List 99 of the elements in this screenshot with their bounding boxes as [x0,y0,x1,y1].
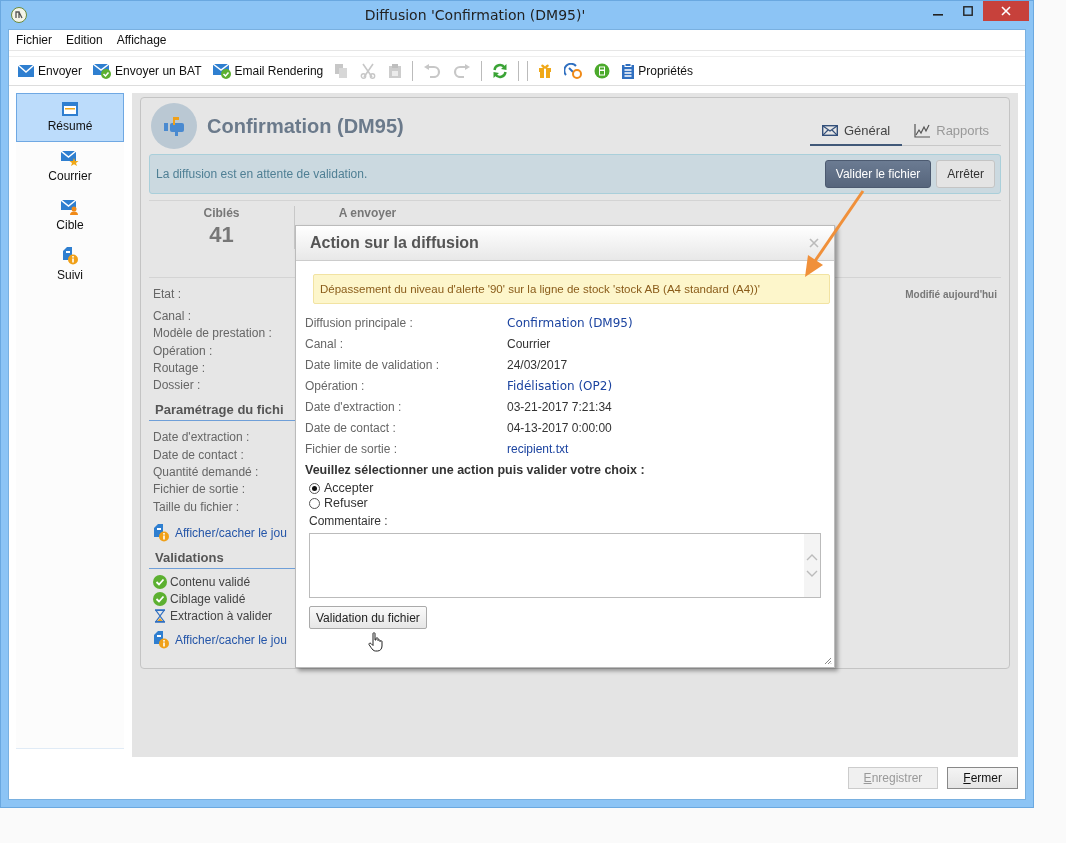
document-info-icon [153,523,169,542]
stat-label: Ciblés [203,206,240,220]
field-label: Fichier de sortie : [153,481,246,499]
resize-grip-icon [824,657,832,665]
check-icon [153,574,167,589]
close-icon [1001,6,1011,16]
field-link[interactable]: recipient.txt [507,441,820,457]
line-chart-icon [914,123,931,138]
copy-icon [334,63,349,79]
field-label: Canal : [305,336,345,352]
field-value: Courrier [507,336,552,352]
validation-item: Extraction à valider [170,608,273,623]
field-label: Commentaire : [309,514,389,528]
sidebar-item[interactable]: Suivi [16,240,124,289]
validation-item: Ciblage validé [170,591,246,606]
toolbar-button[interactable]: Envoyer un BAT [88,60,206,82]
stat-label: A envoyer [338,206,397,220]
modified-label: Modifié aujourd'hui [905,288,997,300]
gift-icon [538,63,553,79]
scissors-icon [360,63,377,79]
field-label: Date limite de validation : [305,357,441,373]
app-icon [11,7,27,23]
envelope-star-icon [61,150,79,166]
scrollbar[interactable] [804,534,820,597]
comment-field[interactable] [309,533,821,598]
clipboard-icon [621,63,636,79]
field-value: 03-21-2017 7:21:34 [507,399,613,415]
radio-button[interactable] [309,482,320,494]
field-label: Opération : [305,378,366,394]
scroll-down-icon[interactable] [806,570,818,578]
refresh-icon [492,63,509,79]
toolbar-button[interactable]: Propriétés [617,60,697,82]
document-info-icon [153,630,169,649]
toggle-log-link[interactable]: Afficher/cacher le jou [175,525,287,540]
field-label: Taille du fichier : [153,498,240,516]
section-title: Validations [155,549,224,565]
hourglass-icon [153,608,167,623]
sidebar-item[interactable]: Courrier [16,142,124,191]
status-message: La diffusion est en attente de validation. [156,167,369,181]
footer-button[interactable]: Fermer [947,767,1018,789]
menu-item[interactable]: Edition [66,33,103,47]
field-label: Opération : [153,342,213,360]
field-label: Modèle de prestation : [153,325,272,343]
stop-button[interactable]: Arrêter [936,160,995,188]
radio-option[interactable]: Refuser [309,496,820,510]
stat-value: 41 [209,222,234,248]
field-label: Fichier de sortie : [305,441,399,457]
envelope-icon [822,125,838,136]
sidebar-item[interactable]: Cible [16,191,124,240]
envelope-check-icon [92,63,113,79]
document-info-icon [62,247,78,265]
calculator-icon [594,63,611,79]
maximize-icon [963,6,973,16]
warning-message: Dépassement du niveau d'alerte '90' sur la ligne de stock 'stock AB (A4 standard (A4))' [313,274,830,304]
toolbar-button[interactable]: Email Rendering [207,60,328,82]
field-label: Dossier : [153,377,201,395]
close-icon [809,238,819,248]
redo-icon [453,64,472,78]
radio-option[interactable]: Accepter [309,481,820,495]
field-label: Diffusion principale : [305,315,414,331]
hand-cursor-icon [368,632,384,652]
field-label: Date d'extraction : [153,429,250,447]
field-label: Routage : [153,359,206,377]
window-title: Diffusion 'Confirmation (DM95)' [363,7,587,23]
minimize-icon [933,13,943,16]
sidebar-item[interactable]: Résumé [16,93,124,142]
section-title: Paramétrage du fichi [155,402,284,418]
envelope-person-icon [61,199,79,215]
field-link[interactable]: Confirmation (DM95) [507,315,820,331]
window-icon [62,102,78,116]
field-label: Date d'extraction : [305,399,403,415]
validate-file-button[interactable]: Valider le fichier [824,160,932,188]
dialog-title: Action sur la diffusion [310,234,480,252]
field-label: Etat : [153,287,181,301]
field-value: 04-13-2017 0:00:00 [507,420,613,436]
envelope-icon [17,64,35,78]
validation-item: Contenu validé [170,574,251,589]
menu-item[interactable]: Affichage [116,33,167,47]
delivery-title: Confirmation (DM95) [207,114,405,138]
field-value: 24/03/2017 [507,357,569,373]
paste-icon [388,63,403,79]
toolbar-button[interactable]: Envoyer [13,60,87,82]
scroll-up-icon[interactable] [806,553,818,561]
submit-button[interactable]: Validation du fichier [309,606,427,629]
envelope-check-icon [211,63,232,79]
gauge-icon [564,63,583,79]
field-link[interactable]: Fidélisation (OP2) [507,378,820,394]
instruction-text: Veuillez sélectionner une action puis valider votre choix : [305,463,646,477]
tab[interactable]: Général [810,119,903,146]
radio-button[interactable] [309,497,320,509]
field-label: Date de contact : [305,420,397,436]
undo-icon [423,64,442,78]
field-label: Quantité demandé : [153,464,259,482]
toggle-log-link[interactable]: Afficher/cacher le jou [175,632,287,647]
menu-item[interactable]: Fichier [16,33,52,47]
mailbox-icon [151,103,197,149]
field-label: Canal : [153,308,192,325]
field-label: Date de contact : [153,446,244,464]
check-icon [153,591,167,606]
